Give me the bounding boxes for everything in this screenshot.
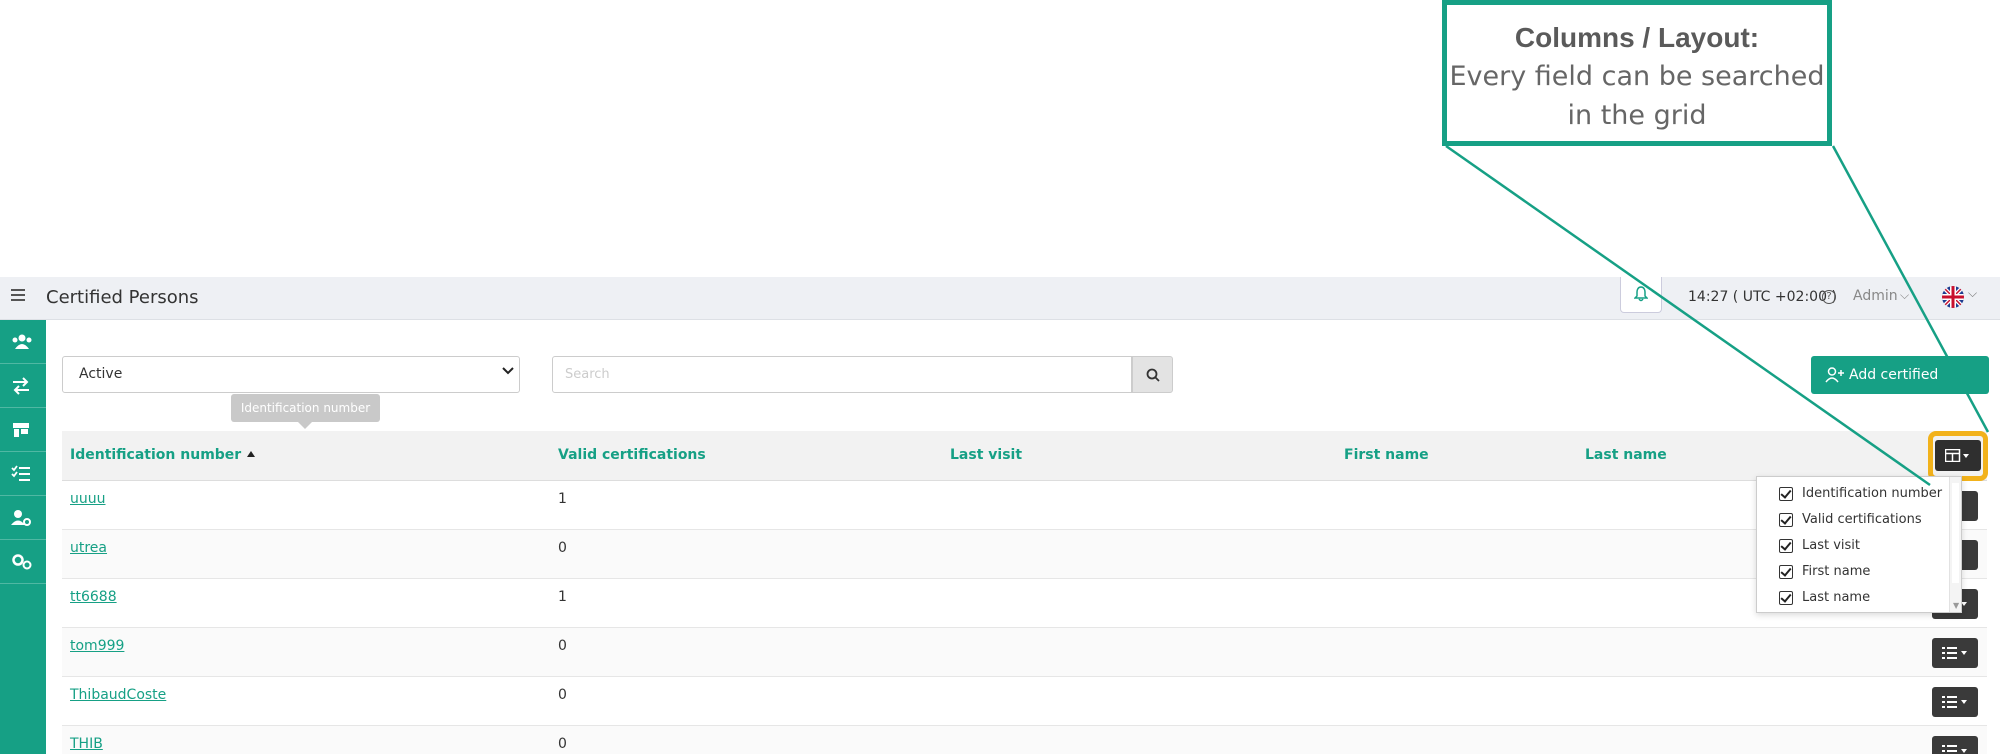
column-header-first-name[interactable]: First name (1344, 447, 1429, 463)
checkbox-checked-icon[interactable] (1779, 513, 1793, 527)
column-option-valid-certifications[interactable]: Valid certifications (1757, 509, 1961, 535)
list-icon (1942, 745, 1967, 753)
list-icon (1942, 696, 1967, 708)
page-title: Certified Persons (46, 287, 199, 308)
identification-link[interactable]: tom999 (70, 638, 124, 654)
checklist-icon (11, 465, 30, 481)
sidebar-item-checklists[interactable] (0, 452, 46, 496)
identification-link[interactable]: utrea (70, 540, 107, 556)
row-actions-button[interactable] (1932, 638, 1978, 668)
add-user-icon (1825, 367, 1844, 383)
checkbox-checked-icon[interactable] (1779, 487, 1793, 501)
sidebar (0, 320, 46, 754)
column-chooser-button[interactable] (1935, 440, 1981, 471)
callout-line-1: Every field can be searched (1449, 61, 1825, 92)
table-row: utrea 0 (62, 530, 1987, 579)
column-option-last-name[interactable]: Last name (1757, 587, 1961, 613)
uk-flag-icon[interactable] (1942, 286, 1964, 308)
table-row: THIB 0 (62, 726, 1987, 754)
sort-ascending-icon (247, 451, 256, 457)
cogs-icon (12, 554, 32, 570)
chevron-down-icon[interactable]: ⌵ (1968, 286, 1977, 301)
identification-link[interactable]: THIB (70, 736, 103, 752)
column-option-last-visit[interactable]: Last visit (1757, 535, 1961, 561)
users-icon (12, 334, 32, 349)
callout-box: Columns / Layout: Every field can be sea… (1442, 0, 1832, 146)
valid-certifications-value: 0 (558, 638, 567, 654)
tooltip: Identification number (231, 394, 380, 422)
column-option-first-name[interactable]: First name (1757, 561, 1961, 587)
chevron-down-icon[interactable]: ⌵ (1900, 288, 1909, 303)
valid-certifications-value: 0 (558, 687, 567, 703)
column-header-last-visit[interactable]: Last visit (950, 447, 1022, 463)
table-row: tt6688 1 (62, 579, 1987, 628)
top-header: Certified Persons 14:27 ( UTC +02:00 ) ?… (0, 277, 2000, 320)
chevron-down-icon[interactable] (502, 364, 514, 380)
identification-link[interactable]: uuuu (70, 491, 106, 507)
sidebar-item-stores[interactable] (0, 408, 46, 452)
column-header-identification-number[interactable]: Identification number (70, 447, 256, 463)
dropdown-scrollbar[interactable]: ▼ (1949, 477, 1961, 612)
identification-link[interactable]: tt6688 (70, 589, 117, 605)
bell-icon (1634, 286, 1648, 302)
checkbox-checked-icon[interactable] (1779, 565, 1793, 579)
sidebar-item-transfers[interactable] (0, 364, 46, 408)
user-settings-icon (11, 510, 31, 526)
sidebar-item-settings[interactable] (0, 540, 46, 584)
valid-certifications-value: 0 (558, 736, 567, 752)
add-certified-person-button[interactable]: Add certified person (1811, 356, 1989, 421)
checkbox-checked-icon[interactable] (1779, 539, 1793, 553)
row-actions-button[interactable] (1932, 736, 1978, 754)
column-chooser-dropdown: Identification number Valid certificatio… (1756, 476, 1962, 613)
search-input[interactable] (552, 356, 1132, 393)
search-icon (1146, 368, 1160, 382)
add-button-label: Add certified person (1849, 367, 1939, 421)
column-header-last-name[interactable]: Last name (1585, 447, 1667, 463)
status-filter-select[interactable]: Active (62, 356, 520, 393)
callout-title: Columns / Layout: (1514, 22, 1760, 53)
grid-header: Identification number Valid certificatio… (62, 431, 1987, 481)
search-button[interactable] (1132, 356, 1173, 393)
identification-link[interactable]: ThibaudCoste (70, 687, 166, 703)
scrollbar-thumb[interactable] (1952, 483, 1959, 583)
time-label: 14:27 ( UTC +02:00 ) (1688, 289, 1837, 305)
valid-certifications-value: 0 (558, 540, 567, 556)
callout-line-2: in the grid (1567, 100, 1707, 131)
hamburger-icon[interactable] (11, 289, 25, 303)
list-icon (1942, 647, 1967, 659)
row-actions-button[interactable] (1932, 687, 1978, 717)
sidebar-item-user-settings[interactable] (0, 496, 46, 540)
user-menu[interactable]: Admin (1853, 288, 1898, 304)
checkbox-checked-icon[interactable] (1779, 591, 1793, 605)
question-circle-icon[interactable]: ? (1822, 290, 1836, 304)
table-row: uuuu 1 (62, 481, 1987, 530)
table-row: tom999 0 (62, 628, 1987, 677)
exchange-arrows-icon (13, 377, 29, 395)
store-icon (13, 423, 29, 437)
column-header-valid-certifications[interactable]: Valid certifications (558, 447, 706, 463)
valid-certifications-value: 1 (558, 491, 567, 507)
table-row: ThibaudCoste 0 (62, 677, 1987, 726)
column-option-identification-number[interactable]: Identification number (1757, 483, 1961, 509)
tooltip-arrow (298, 422, 312, 429)
valid-certifications-value: 1 (558, 589, 567, 605)
sidebar-item-users[interactable] (0, 320, 46, 364)
scroll-down-icon[interactable]: ▼ (1953, 601, 1959, 610)
notifications-button[interactable] (1620, 277, 1662, 313)
table-columns-icon (1945, 449, 1969, 462)
